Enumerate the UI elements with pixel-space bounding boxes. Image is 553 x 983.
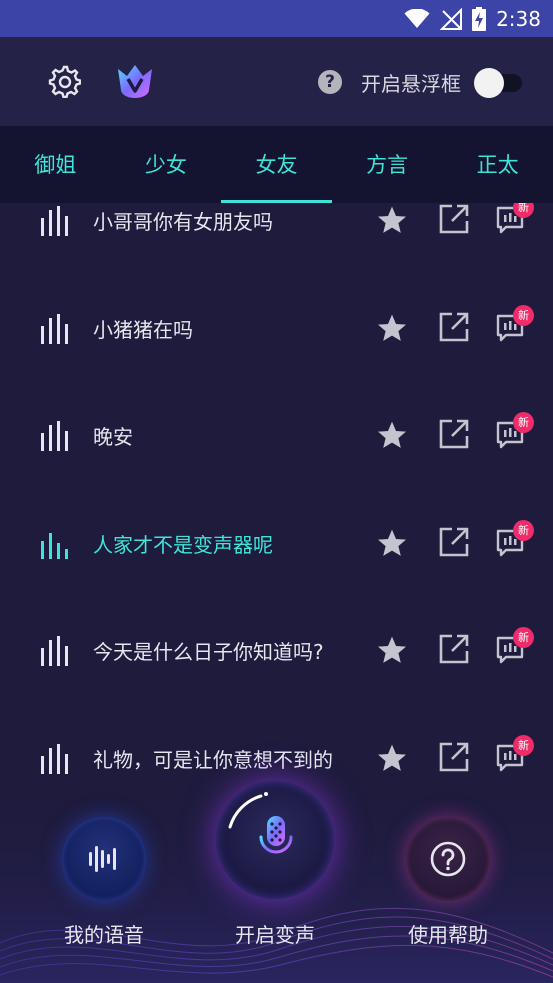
- tab-shaonv[interactable]: 少女: [111, 126, 222, 203]
- battery-charging-icon: [472, 6, 487, 31]
- help-question-circle-icon: [430, 841, 466, 877]
- new-badge: 新: [513, 520, 534, 541]
- audio-bars-icon[interactable]: [40, 636, 68, 666]
- settings-gear-icon[interactable]: [47, 64, 81, 98]
- voice-title: 小猪猪在吗: [93, 318, 193, 342]
- start-changer-label: 开启变声: [235, 923, 315, 947]
- new-badge: 新: [513, 735, 534, 756]
- new-badge: 新: [513, 627, 534, 648]
- tab-nvyou[interactable]: 女友: [221, 126, 332, 203]
- favorite-star-icon[interactable]: [376, 634, 408, 666]
- favorite-star-icon[interactable]: [376, 742, 408, 774]
- usage-help-label: 使用帮助: [408, 923, 488, 947]
- usage-help-button[interactable]: [406, 817, 490, 901]
- audio-bars-icon[interactable]: [40, 314, 68, 344]
- vip-crown-icon[interactable]: [116, 63, 154, 99]
- microphone-icon: [259, 816, 293, 864]
- toggle-knob: [474, 68, 504, 98]
- voice-waveform-icon: [89, 846, 116, 872]
- voice-title: 今天是什么日子你知道吗?: [93, 640, 324, 664]
- tab-fangyan[interactable]: 方言: [332, 126, 443, 203]
- share-icon[interactable]: [438, 311, 470, 343]
- new-badge: 新: [513, 203, 534, 218]
- voice-list: 小哥哥你有女朋友吗 新 小猪猪在吗 新 晚安 新 人家才不是变声器呢 新 今天是…: [0, 203, 553, 783]
- help-question-icon[interactable]: ?: [318, 70, 342, 94]
- list-item[interactable]: 人家才不是变声器呢 新: [0, 514, 553, 574]
- audio-bars-icon[interactable]: [40, 744, 68, 774]
- favorite-star-icon[interactable]: [376, 419, 408, 451]
- audio-bars-icon[interactable]: [40, 206, 68, 236]
- audio-bars-icon[interactable]: [40, 421, 68, 451]
- float-window-label: 开启悬浮框: [361, 72, 461, 96]
- share-icon[interactable]: [438, 418, 470, 450]
- list-item[interactable]: 今天是什么日子你知道吗? 新: [0, 621, 553, 681]
- favorite-star-icon[interactable]: [376, 527, 408, 559]
- status-bar: 2:38: [0, 0, 553, 37]
- share-icon[interactable]: [438, 526, 470, 558]
- voice-title: 人家才不是变声器呢: [93, 533, 273, 557]
- favorite-star-icon[interactable]: [376, 204, 408, 236]
- audio-bars-playing-icon[interactable]: [40, 529, 68, 559]
- tab-zhengtai[interactable]: 正太: [442, 126, 553, 203]
- my-voice-button[interactable]: [62, 817, 146, 901]
- status-time: 2:38: [496, 6, 541, 31]
- list-item[interactable]: 礼物，可是让你意想不到的 新: [0, 729, 553, 783]
- voice-title: 小哥哥你有女朋友吗: [93, 210, 273, 234]
- voice-title: 礼物，可是让你意想不到的: [93, 748, 333, 772]
- list-item[interactable]: 晚安 新: [0, 406, 553, 466]
- voice-title: 晚安: [93, 425, 133, 449]
- share-icon[interactable]: [438, 633, 470, 665]
- share-icon[interactable]: [438, 741, 470, 773]
- app-header: ? 开启悬浮框: [0, 37, 553, 126]
- my-voice-label: 我的语音: [64, 923, 144, 947]
- wifi-icon: [404, 8, 430, 28]
- favorite-star-icon[interactable]: [376, 312, 408, 344]
- new-badge: 新: [513, 305, 534, 326]
- tab-yujie[interactable]: 御姐: [0, 126, 111, 203]
- list-item[interactable]: 小猪猪在吗 新: [0, 299, 553, 359]
- category-tabs: 御姐 少女 女友 方言 正太: [0, 126, 553, 203]
- share-icon[interactable]: [438, 203, 470, 235]
- new-badge: 新: [513, 412, 534, 433]
- cellular-no-signal-icon: [440, 7, 463, 30]
- list-item[interactable]: 小哥哥你有女朋友吗 新: [0, 203, 553, 251]
- float-window-toggle[interactable]: [474, 68, 524, 98]
- start-voice-changer-button[interactable]: [216, 781, 334, 899]
